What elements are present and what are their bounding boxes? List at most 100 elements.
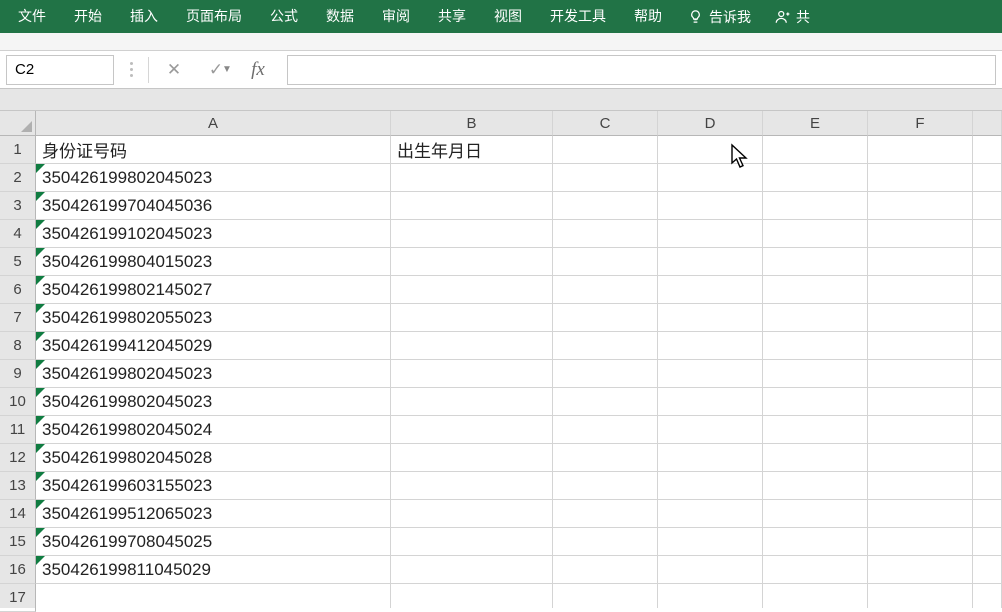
cell-E17[interactable] [763, 584, 868, 608]
cell-F5[interactable] [868, 248, 973, 276]
cell-B11[interactable] [391, 416, 553, 444]
cell-B10[interactable] [391, 388, 553, 416]
cell-C11[interactable] [553, 416, 658, 444]
cell-A4[interactable]: 350426199102045023 [36, 220, 391, 248]
cell-C4[interactable] [553, 220, 658, 248]
cell-F11[interactable] [868, 416, 973, 444]
cell-E7[interactable] [763, 304, 868, 332]
cell-F9[interactable] [868, 360, 973, 388]
cell-5[interactable] [973, 248, 1002, 276]
cell-D10[interactable] [658, 388, 763, 416]
row-header-5[interactable]: 5 [0, 248, 36, 276]
cell-15[interactable] [973, 528, 1002, 556]
cell-A9[interactable]: 350426199802045023 [36, 360, 391, 388]
row-header-11[interactable]: 11 [0, 416, 36, 444]
cell-B7[interactable] [391, 304, 553, 332]
ribbon-tab-6[interactable]: 审阅 [368, 0, 424, 33]
cell-A7[interactable]: 350426199802055023 [36, 304, 391, 332]
confirm-button[interactable]: ✓ [199, 55, 233, 85]
cell-F3[interactable] [868, 192, 973, 220]
row-header-4[interactable]: 4 [0, 220, 36, 248]
cell-A17[interactable] [36, 584, 391, 608]
cell-B12[interactable] [391, 444, 553, 472]
cell-F17[interactable] [868, 584, 973, 608]
ribbon-tab-10[interactable]: 帮助 [620, 0, 676, 33]
cell-8[interactable] [973, 332, 1002, 360]
cell-F13[interactable] [868, 472, 973, 500]
cell-E15[interactable] [763, 528, 868, 556]
cell-3[interactable] [973, 192, 1002, 220]
ribbon-tab-1[interactable]: 开始 [60, 0, 116, 33]
cell-B14[interactable] [391, 500, 553, 528]
cell-B16[interactable] [391, 556, 553, 584]
cell-D15[interactable] [658, 528, 763, 556]
ribbon-tab-4[interactable]: 公式 [256, 0, 312, 33]
cancel-button[interactable]: ✕ [157, 55, 191, 85]
cell-D11[interactable] [658, 416, 763, 444]
cell-B6[interactable] [391, 276, 553, 304]
cell-C3[interactable] [553, 192, 658, 220]
cell-F15[interactable] [868, 528, 973, 556]
cell-16[interactable] [973, 556, 1002, 584]
ribbon-tab-9[interactable]: 开发工具 [536, 0, 620, 33]
cell-9[interactable] [973, 360, 1002, 388]
cell-B8[interactable] [391, 332, 553, 360]
cell-C14[interactable] [553, 500, 658, 528]
cell-F10[interactable] [868, 388, 973, 416]
cell-C13[interactable] [553, 472, 658, 500]
cell-B17[interactable] [391, 584, 553, 608]
cell-F7[interactable] [868, 304, 973, 332]
ribbon-tab-2[interactable]: 插入 [116, 0, 172, 33]
row-header-6[interactable]: 6 [0, 276, 36, 304]
ribbon-tab-8[interactable]: 视图 [480, 0, 536, 33]
cell-E14[interactable] [763, 500, 868, 528]
cell-F4[interactable] [868, 220, 973, 248]
cell-B13[interactable] [391, 472, 553, 500]
cell-C8[interactable] [553, 332, 658, 360]
cell-C7[interactable] [553, 304, 658, 332]
cell-D3[interactable] [658, 192, 763, 220]
cell-B15[interactable] [391, 528, 553, 556]
cell-C12[interactable] [553, 444, 658, 472]
row-header-10[interactable]: 10 [0, 388, 36, 416]
cell-1[interactable] [973, 136, 1002, 164]
row-header-12[interactable]: 12 [0, 444, 36, 472]
cell-E2[interactable] [763, 164, 868, 192]
cell-D8[interactable] [658, 332, 763, 360]
cell-D17[interactable] [658, 584, 763, 608]
cell-A3[interactable]: 350426199704045036 [36, 192, 391, 220]
column-header-D[interactable]: D [658, 111, 763, 136]
column-header-F[interactable]: F [868, 111, 973, 136]
cell-F16[interactable] [868, 556, 973, 584]
ribbon-tab-5[interactable]: 数据 [312, 0, 368, 33]
cell-A12[interactable]: 350426199802045028 [36, 444, 391, 472]
column-header-C[interactable]: C [553, 111, 658, 136]
cell-E6[interactable] [763, 276, 868, 304]
cell-B1[interactable]: 出生年月日 [391, 136, 553, 164]
cell-C10[interactable] [553, 388, 658, 416]
cell-D14[interactable] [658, 500, 763, 528]
ribbon-tab-7[interactable]: 共享 [424, 0, 480, 33]
row-header-2[interactable]: 2 [0, 164, 36, 192]
cell-10[interactable] [973, 388, 1002, 416]
share-button[interactable]: 共 [763, 0, 822, 33]
cell-B5[interactable] [391, 248, 553, 276]
cell-E1[interactable] [763, 136, 868, 164]
cell-A15[interactable]: 350426199708045025 [36, 528, 391, 556]
cell-D7[interactable] [658, 304, 763, 332]
cell-A1[interactable]: 身份证号码 [36, 136, 391, 164]
select-all-corner[interactable] [0, 111, 36, 136]
cell-B4[interactable] [391, 220, 553, 248]
cell-D9[interactable] [658, 360, 763, 388]
cell-D6[interactable] [658, 276, 763, 304]
row-header-13[interactable]: 13 [0, 472, 36, 500]
row-header-3[interactable]: 3 [0, 192, 36, 220]
cell-A10[interactable]: 350426199802045023 [36, 388, 391, 416]
cell-F12[interactable] [868, 444, 973, 472]
cell-F2[interactable] [868, 164, 973, 192]
cell-C1[interactable] [553, 136, 658, 164]
cell-12[interactable] [973, 444, 1002, 472]
fx-button[interactable]: fx [241, 55, 275, 85]
cell-E4[interactable] [763, 220, 868, 248]
cell-A6[interactable]: 350426199802145027 [36, 276, 391, 304]
